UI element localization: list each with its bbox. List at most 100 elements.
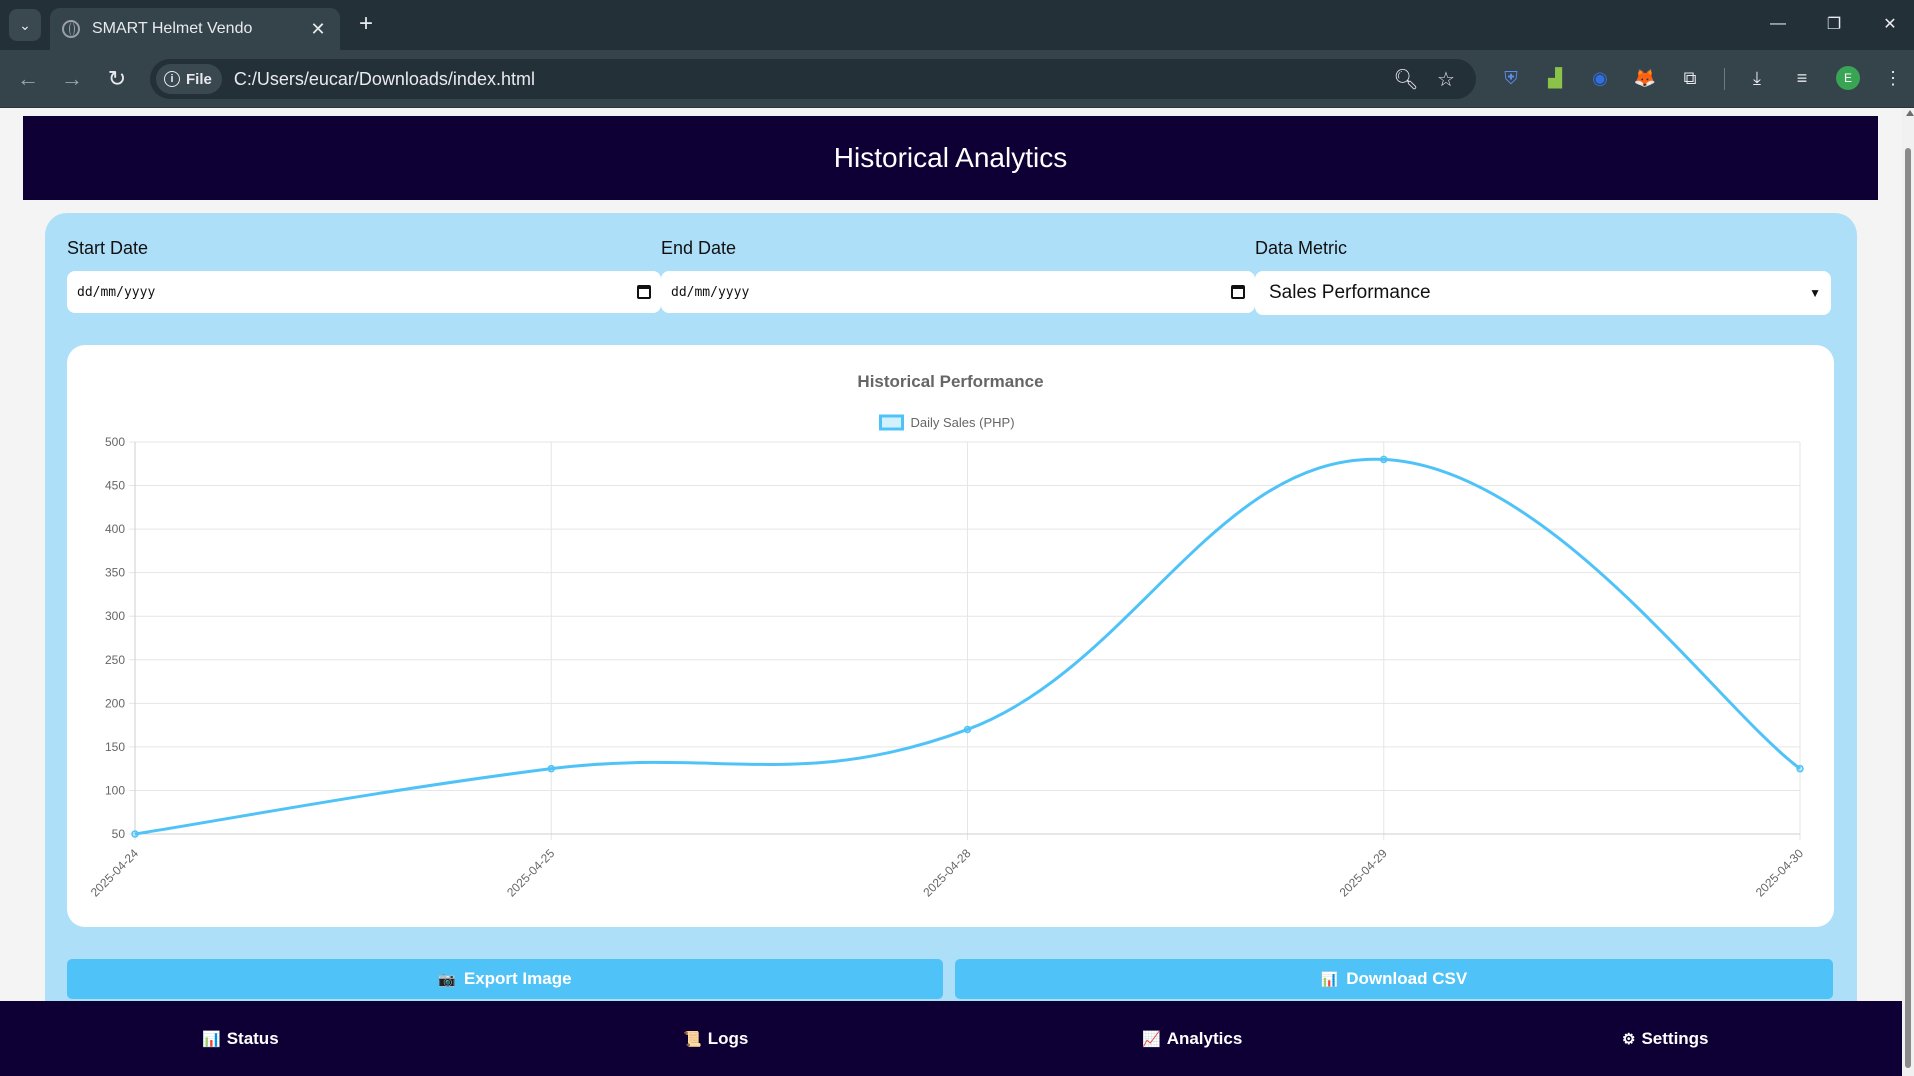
zoom-icon[interactable]: 🔍︎	[1386, 63, 1426, 95]
metamask-extension-icon[interactable]: 🦊	[1630, 63, 1660, 93]
url-text[interactable]: C:/Users/eucar/Downloads/index.html	[234, 69, 1386, 90]
chart-title: Historical Performance	[857, 372, 1043, 391]
globe-icon	[62, 20, 80, 38]
bar-chart-icon: 📊	[202, 1030, 221, 1048]
end-date-label: End Date	[661, 238, 737, 258]
chart-extension-icon[interactable]: ▟	[1540, 63, 1570, 93]
page-viewport: Historical Analytics Start Date dd/mm/yy…	[0, 108, 1902, 1076]
site-info-chip[interactable]: i File	[156, 64, 222, 94]
tab-title: SMART Helmet Vendo	[92, 20, 253, 37]
bitwarden-extension-icon[interactable]: ⛨	[1496, 63, 1526, 93]
y-tick-label: 150	[105, 740, 125, 754]
nav-item-settings[interactable]: ⚙ Settings	[1622, 1001, 1709, 1076]
metric-select[interactable]: Sales Performance ▼	[1255, 271, 1831, 315]
export-image-label: Export Image	[463, 969, 572, 988]
browser-toolbar: ← → ↻ i File C:/Users/eucar/Downloads/in…	[0, 50, 1914, 108]
y-tick-label: 250	[105, 653, 125, 667]
close-icon[interactable]: ✕	[304, 19, 332, 40]
start-date-field: Start Date dd/mm/yyyy	[67, 235, 661, 313]
page-title: Historical Analytics	[23, 116, 1878, 200]
close-window-button[interactable]: ✕	[1870, 8, 1910, 40]
metric-selected-value: Sales Performance	[1269, 282, 1431, 303]
address-bar[interactable]: i File C:/Users/eucar/Downloads/index.ht…	[150, 59, 1476, 99]
plus-icon: +	[358, 10, 373, 37]
line-chart-icon: 📈	[1142, 1030, 1161, 1048]
arrow-right-icon: →	[61, 66, 83, 91]
new-tab-button[interactable]: +	[352, 10, 380, 38]
start-date-input[interactable]: dd/mm/yyyy	[67, 271, 661, 313]
tab-search-button[interactable]: ⌄	[9, 9, 41, 41]
star-icon[interactable]: ☆	[1426, 63, 1466, 95]
arrow-left-icon: ←	[17, 66, 39, 91]
browser-tab[interactable]: SMART Helmet Vendo ✕	[50, 8, 340, 50]
reload-button[interactable]: ↻	[101, 63, 133, 95]
forward-button[interactable]: →	[56, 63, 88, 95]
gear-icon: ⚙	[1622, 1030, 1636, 1048]
end-date-field: End Date dd/mm/yyyy	[661, 235, 1255, 313]
metric-label: Data Metric	[1255, 238, 1348, 258]
nav-item-analytics[interactable]: 📈 Analytics	[1142, 1001, 1242, 1076]
data-point	[1796, 764, 1804, 773]
historical-performance-chart: Historical Performance Daily Sales (PHP) 5…	[88, 372, 1807, 900]
page-scrollbar[interactable]	[1902, 108, 1914, 1076]
site-chip-label: File	[186, 70, 212, 88]
start-date-placeholder: dd/mm/yyyy	[77, 284, 156, 300]
close-icon: ✕	[1883, 16, 1897, 33]
nav-item-status[interactable]: 📊 Status	[202, 1001, 279, 1076]
y-tick-label: 50	[112, 827, 126, 841]
minimize-button[interactable]: —	[1758, 8, 1798, 40]
media-icon[interactable]: ≡	[1787, 63, 1817, 93]
y-tick-label: 200	[105, 696, 125, 710]
toolbar-divider	[1724, 68, 1725, 90]
avatar[interactable]: E	[1836, 66, 1860, 90]
chart-card: Historical Performance Daily Sales (PHP) 5…	[67, 345, 1834, 927]
y-tick-label: 300	[105, 609, 125, 623]
scroll-icon: 📜	[683, 1030, 702, 1048]
scroll-thumb[interactable]	[1905, 148, 1911, 1068]
download-csv-label: Download CSV	[1346, 969, 1468, 988]
x-tick-label: 2025-04-30	[1753, 846, 1807, 900]
bar-chart-icon: 📊	[1320, 970, 1339, 987]
data-point	[547, 764, 555, 773]
calendar-icon[interactable]	[637, 285, 651, 299]
metric-field: Data Metric Sales Performance ▼	[1255, 235, 1831, 315]
y-tick-label: 500	[105, 435, 125, 449]
nav-item-label: Status	[226, 1028, 279, 1048]
x-tick-label: 2025-04-29	[1337, 846, 1391, 900]
minimize-icon: —	[1770, 15, 1786, 32]
more-menu-icon[interactable]: ⋮	[1878, 63, 1908, 93]
data-point	[963, 725, 972, 734]
y-tick-label: 450	[105, 479, 125, 493]
x-tick-label: 2025-04-25	[504, 846, 558, 900]
calendar-icon[interactable]	[1231, 285, 1245, 299]
camera-icon: 📷	[438, 970, 456, 987]
analytics-panel: Start Date dd/mm/yyyy End Date dd/mm/yyy…	[45, 213, 1857, 1076]
y-tick-label: 350	[105, 566, 125, 580]
bottom-nav: 📊 Status 📜 Logs 📈 Analytics ⚙ Settings	[0, 1001, 1902, 1076]
scroll-up-icon[interactable]	[1906, 110, 1914, 116]
data-point	[1380, 455, 1388, 464]
x-tick-label: 2025-04-24	[88, 846, 142, 900]
download-csv-button[interactable]: 📊 Download CSV	[955, 959, 1833, 999]
x-tick-label: 2025-04-28	[920, 846, 974, 900]
legend-label: Daily Sales (PHP)	[911, 415, 1015, 430]
restore-button[interactable]: ❐	[1814, 8, 1854, 40]
nav-item-logs[interactable]: 📜 Logs	[683, 1001, 748, 1076]
restore-icon: ❐	[1826, 16, 1842, 33]
export-image-button[interactable]: 📷 Export Image	[67, 959, 943, 999]
nav-item-label: Settings	[1641, 1028, 1709, 1048]
data-point	[131, 830, 139, 838]
nav-item-label: Analytics	[1166, 1028, 1243, 1048]
end-date-input[interactable]: dd/mm/yyyy	[661, 271, 1255, 313]
puzzle-icon[interactable]: ⧉	[1675, 63, 1705, 93]
browser-tab-bar: ⌄ SMART Helmet Vendo ✕ + — ❐ ✕	[0, 0, 1914, 50]
end-date-placeholder: dd/mm/yyyy	[671, 284, 750, 300]
reload-icon: ↻	[107, 66, 127, 91]
chevron-down-icon: ▼	[1809, 286, 1821, 300]
back-button[interactable]: ←	[12, 63, 44, 95]
download-icon[interactable]: ⤓	[1742, 63, 1772, 93]
start-date-label: Start Date	[67, 238, 149, 258]
nav-item-label: Logs	[707, 1028, 749, 1048]
info-icon: i	[164, 71, 180, 87]
circle-extension-icon[interactable]: ◉	[1585, 63, 1615, 93]
